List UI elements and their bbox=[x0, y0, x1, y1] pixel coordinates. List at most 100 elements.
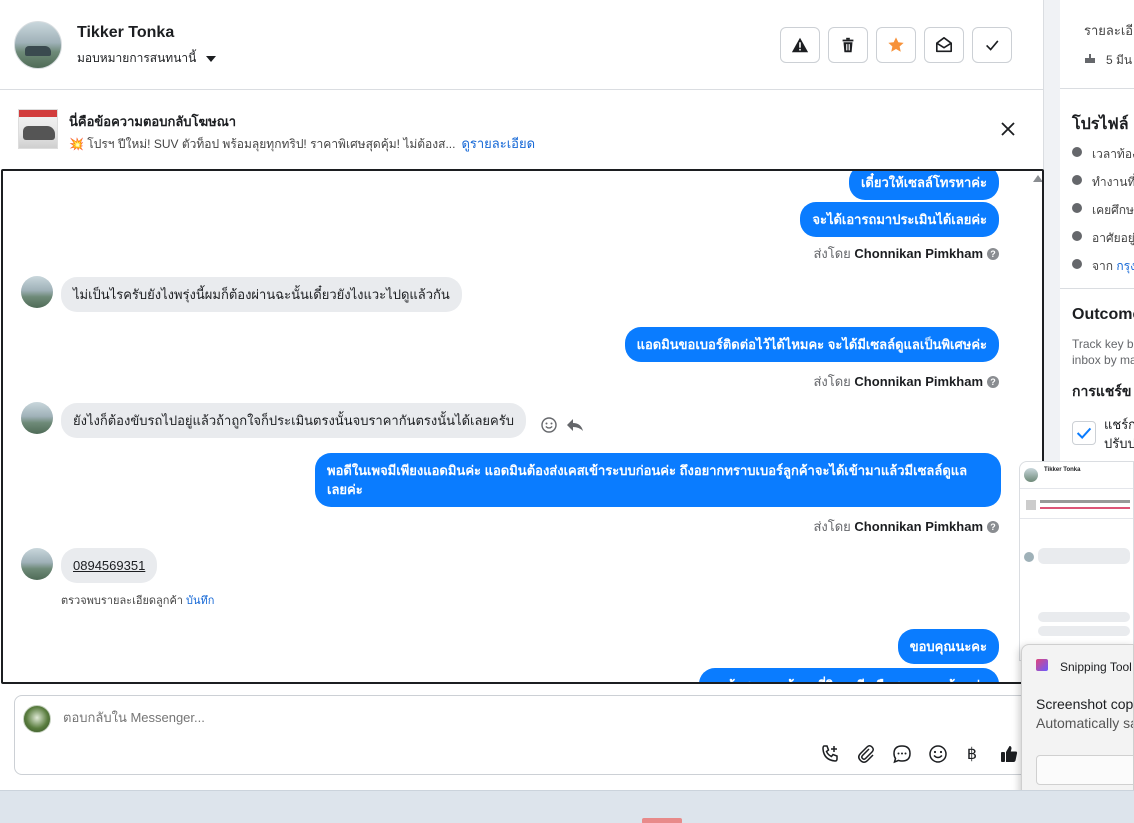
reply-composer: ฿ bbox=[14, 695, 1030, 775]
divider bbox=[1060, 288, 1134, 289]
close-ad-banner-button[interactable] bbox=[998, 119, 1018, 139]
assign-label: มอบหมายการสนทนานี้ bbox=[77, 51, 197, 65]
help-icon[interactable]: ? bbox=[987, 376, 999, 388]
snipping-tool-title: Snipping Tool bbox=[1060, 660, 1132, 674]
trash-icon bbox=[842, 37, 854, 53]
share-option-label: ปรับป bbox=[1104, 436, 1134, 451]
check-icon bbox=[1076, 427, 1092, 440]
share-checkbox[interactable] bbox=[1072, 421, 1096, 445]
save-details-link[interactable]: บันทึก bbox=[186, 595, 214, 607]
open-envelope-icon bbox=[935, 36, 953, 53]
ad-description: 💥 โปรฯ ปีใหม่! SUV ตัวท็อป พร้อมลุยทุกทร… bbox=[69, 136, 536, 151]
message-outgoing[interactable]: ลูกค้าสะดวกเข้ามาที่วิภาวดี หรือสาขาแถวบ… bbox=[698, 668, 999, 682]
report-spam-button[interactable] bbox=[780, 27, 820, 63]
app-window: Tikker Tonka มอบหมายการสนทนานี้ นี่คือข้… bbox=[0, 0, 1134, 823]
ad-reply-title: นี่คือข้อความตอบกลับโฆษณา bbox=[69, 114, 237, 129]
contact-avatar-mini bbox=[1024, 468, 1038, 482]
snipping-action-button[interactable] bbox=[1036, 755, 1133, 785]
snipping-tool-icon bbox=[1036, 659, 1048, 671]
location-pin-icon bbox=[1072, 231, 1082, 241]
scroll-up-arrow-icon[interactable] bbox=[1033, 175, 1042, 182]
warning-icon bbox=[791, 37, 809, 53]
thumbs-up-icon bbox=[1001, 746, 1018, 762]
star-icon bbox=[888, 37, 904, 52]
emoji-button[interactable] bbox=[927, 743, 949, 765]
divider bbox=[1060, 88, 1134, 89]
help-icon[interactable]: ? bbox=[987, 248, 999, 260]
phone-number-message[interactable]: 0894569351 bbox=[61, 548, 158, 583]
check-icon bbox=[986, 40, 999, 51]
contact-avatar-small[interactable] bbox=[21, 402, 53, 434]
contact-avatar-small[interactable] bbox=[21, 276, 53, 308]
outcome-description: Track key b bbox=[1072, 337, 1134, 351]
snipping-message: Automatically sa bbox=[1036, 715, 1134, 731]
briefcase-icon bbox=[1072, 175, 1082, 185]
saved-replies-button[interactable] bbox=[891, 743, 913, 765]
reply-arrow-icon bbox=[567, 419, 583, 431]
mini-contact-name: Tikker Tonka bbox=[1044, 467, 1081, 473]
attach-button[interactable] bbox=[855, 743, 877, 765]
mark-unread-button[interactable] bbox=[924, 27, 964, 63]
profile-from: จาก กรุง bbox=[1092, 259, 1134, 273]
phone-plus-icon bbox=[822, 745, 838, 762]
assign-conversation-dropdown[interactable]: มอบหมายการสนทนานี้ bbox=[77, 49, 217, 68]
ad-details-link[interactable]: ดูรายละเอียด bbox=[461, 136, 535, 151]
cake-icon bbox=[1085, 54, 1095, 63]
message-outgoing[interactable]: จะได้เอารถมาประเมินได้เลยค่ะ bbox=[800, 202, 999, 237]
profile-title: โปรไฟล์ bbox=[1072, 116, 1129, 133]
delete-button[interactable] bbox=[828, 27, 868, 63]
details-label: รายละเอี bbox=[1084, 23, 1134, 38]
graduation-cap-icon bbox=[1072, 203, 1082, 213]
profile-education: เคยศึกษ bbox=[1092, 203, 1134, 217]
sent-by-label: ส่งโดย Chonnikan Pimkham? bbox=[813, 243, 999, 264]
star-button[interactable] bbox=[876, 27, 916, 63]
page-avatar bbox=[23, 705, 51, 733]
message-outgoing[interactable]: เดี๋ยวให้เซลล์โทรหาค่ะ bbox=[848, 171, 999, 200]
snipping-tool-notification[interactable]: Snipping Tool Screenshot copi Automatica… bbox=[1021, 644, 1134, 799]
profile-local-time: เวลาท้อง bbox=[1092, 147, 1134, 161]
sharing-title: การแชร์ข bbox=[1072, 383, 1132, 399]
location-pin-icon bbox=[1072, 259, 1082, 269]
outcome-title: Outcome bbox=[1072, 306, 1134, 323]
contact-avatar[interactable] bbox=[14, 21, 62, 69]
smiley-icon bbox=[541, 417, 557, 433]
customer-details-detected: ตรวจพบรายละเอียดลูกค้า บันทึก bbox=[61, 595, 215, 607]
message-outgoing[interactable]: แอดมินขอเบอร์ติดต่อไว้ได้ไหมคะ จะได้มีเซ… bbox=[624, 327, 999, 362]
chat-bubble-icon bbox=[893, 745, 911, 764]
add-call-button[interactable] bbox=[819, 743, 841, 765]
screenshot-preview-thumbnail[interactable]: Tikker Tonka bbox=[1019, 461, 1134, 661]
date-label: 5 มีน bbox=[1106, 53, 1133, 67]
help-icon[interactable]: ? bbox=[987, 521, 999, 533]
ad-reply-banner: นี่คือข้อความตอบกลับโฆษณา 💥 โปรฯ ปีใหม่!… bbox=[0, 91, 1044, 169]
ad-thumbnail bbox=[18, 109, 58, 149]
smiley-icon bbox=[929, 745, 947, 763]
contact-name[interactable]: Tikker Tonka bbox=[77, 24, 174, 42]
contact-avatar-small[interactable] bbox=[21, 548, 53, 580]
react-emoji-button[interactable] bbox=[541, 417, 557, 433]
message-incoming[interactable]: ยังไงก็ต้องขับรถไปอยู่แล้วถ้าถูกใจก็ประเ… bbox=[61, 403, 526, 438]
close-icon bbox=[1001, 122, 1015, 136]
share-option-label: แชร์ก bbox=[1104, 417, 1134, 432]
message-thread[interactable]: เดี๋ยวให้เซลล์โทรหาค่ะ จะได้เอารถมาประเม… bbox=[1, 169, 1044, 684]
message-outgoing[interactable]: พอดีในเพจมีเพียงแอดมินค่ะ แอดมินต้องส่งเ… bbox=[315, 453, 1001, 507]
mark-done-button[interactable] bbox=[972, 27, 1012, 63]
message-incoming[interactable]: ไม่เป็นไรครับยังไงพรุ่งนี้ผมก็ต้องผ่านฉะ… bbox=[61, 277, 462, 312]
mini-ad-thumb bbox=[1026, 500, 1036, 510]
baht-payment-icon[interactable]: ฿ bbox=[961, 743, 983, 765]
outcome-description: inbox by ma bbox=[1072, 353, 1134, 367]
conversation-header: Tikker Tonka มอบหมายการสนทนานี้ bbox=[0, 0, 1044, 90]
reply-input[interactable] bbox=[63, 710, 663, 725]
message-outgoing[interactable]: ขอบคุณนะคะ bbox=[897, 629, 999, 664]
profile-work: ทำงานที่ bbox=[1092, 175, 1134, 189]
clock-icon bbox=[1072, 147, 1082, 157]
taskbar-item[interactable] bbox=[642, 818, 682, 823]
reply-message-button[interactable] bbox=[566, 417, 584, 433]
sent-by-label: ส่งโดย Chonnikan Pimkham? bbox=[813, 516, 999, 537]
conversation-panel: Tikker Tonka มอบหมายการสนทนานี้ นี่คือข้… bbox=[0, 0, 1044, 790]
paperclip-icon bbox=[858, 745, 874, 763]
caret-down-icon bbox=[206, 55, 217, 62]
like-button[interactable] bbox=[998, 743, 1020, 765]
profile-lives-in: อาศัยอยู่ bbox=[1092, 231, 1134, 245]
sent-by-label: ส่งโดย Chonnikan Pimkham? bbox=[813, 371, 999, 392]
taskbar bbox=[0, 790, 1134, 823]
